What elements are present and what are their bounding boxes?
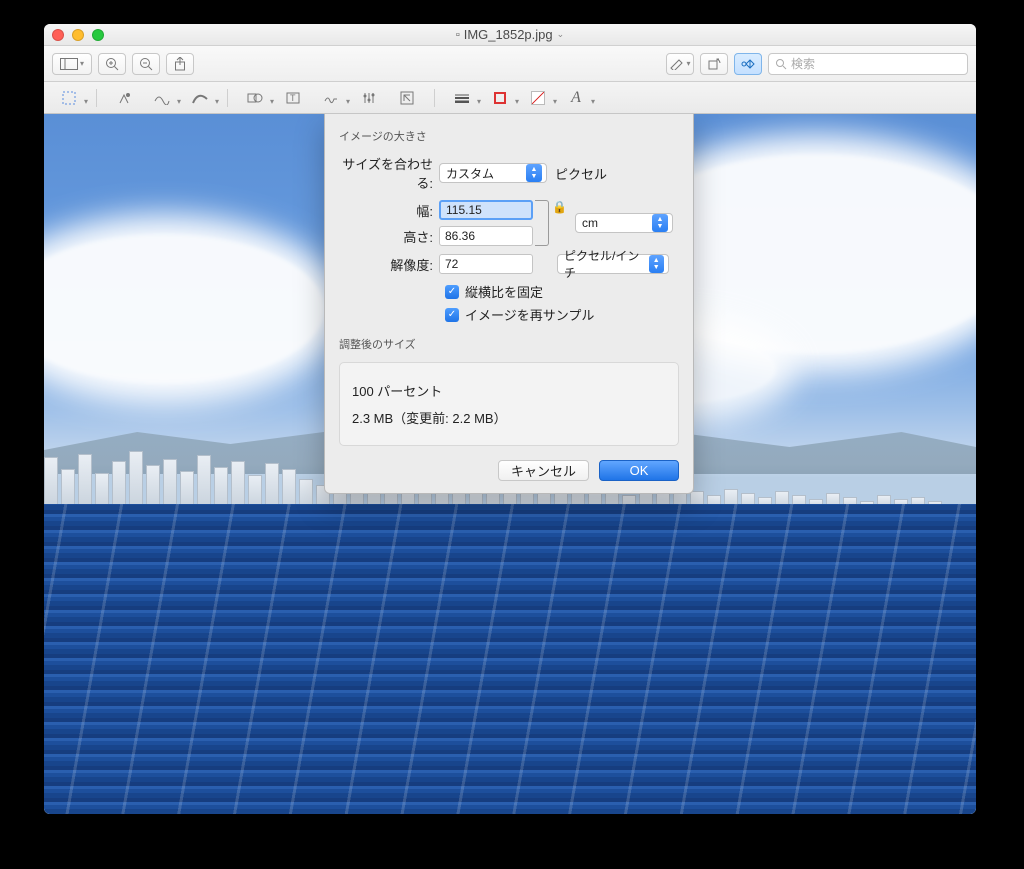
- width-label: 幅:: [339, 201, 439, 220]
- result-percent: 100 パーセント: [352, 381, 666, 400]
- width-input[interactable]: 115.15: [439, 200, 533, 220]
- svg-text:T: T: [290, 93, 296, 103]
- result-size: 2.3 MB（変更前: 2.2 MB）: [352, 408, 666, 427]
- image-canvas[interactable]: イメージの大きさ サイズを合わせる: カスタム ▲▼ ピクセル 幅: 115.1…: [44, 114, 976, 814]
- highlight-button[interactable]: ▾: [666, 53, 694, 75]
- resample-checkbox[interactable]: ✓: [445, 308, 459, 322]
- window-title-text: IMG_1852p.jpg: [464, 27, 553, 42]
- markup-button[interactable]: [734, 53, 762, 75]
- markup-toolbar: ▾ ▾ ▾ ▾ T ▾ ▾ ▾ ▾ A▾: [44, 82, 976, 114]
- height-label: 高さ:: [339, 227, 439, 246]
- text-style-button[interactable]: A▾: [561, 87, 591, 109]
- toolbar-divider: [96, 89, 97, 107]
- main-toolbar: ▾ ▾ 検索: [44, 46, 976, 82]
- title-chevron-icon[interactable]: ⌄: [557, 29, 565, 40]
- dialog-section-title: イメージの大きさ: [339, 128, 679, 144]
- zoom-in-button[interactable]: [98, 53, 126, 75]
- resolution-label: 解像度:: [339, 255, 439, 274]
- toolbar-divider: [227, 89, 228, 107]
- fit-row: サイズを合わせる: カスタム ▲▼ ピクセル: [339, 154, 679, 192]
- sketch-button[interactable]: ▾: [147, 87, 177, 109]
- ocean-decoration: [44, 504, 976, 814]
- preview-window: ▫ IMG_1852p.jpg ⌄ ▾ ▾: [44, 24, 976, 814]
- resolution-unit-select[interactable]: ピクセル/インチ ▲▼: [557, 254, 669, 274]
- fill-color-button[interactable]: ▾: [523, 87, 553, 109]
- border-color-button[interactable]: ▾: [485, 87, 515, 109]
- resample-checkbox-row: ✓ イメージを再サンプル: [445, 305, 679, 324]
- share-button[interactable]: [166, 53, 194, 75]
- titlebar: ▫ IMG_1852p.jpg ⌄: [44, 24, 976, 46]
- resolution-input[interactable]: 72: [439, 254, 533, 274]
- lock-bracket: [535, 200, 549, 246]
- height-input[interactable]: 86.36: [439, 226, 533, 246]
- aspect-ratio-checkbox-row: ✓ 縦横比を固定: [445, 282, 679, 301]
- resolution-row: 解像度: 72 ピクセル/インチ ▲▼: [339, 254, 679, 274]
- select-arrows-icon: ▲▼: [649, 255, 664, 273]
- adjust-size-button[interactable]: [392, 87, 422, 109]
- dialog-button-row: キャンセル OK: [339, 460, 679, 481]
- file-icon: ▫: [456, 29, 460, 41]
- zoom-out-button[interactable]: [132, 53, 160, 75]
- cancel-button[interactable]: キャンセル: [498, 460, 589, 481]
- ok-button[interactable]: OK: [599, 460, 679, 481]
- search-icon: [775, 58, 787, 70]
- selection-tool-button[interactable]: ▾: [54, 87, 84, 109]
- image-size-dialog: イメージの大きさ サイズを合わせる: カスタム ▲▼ ピクセル 幅: 115.1…: [324, 114, 694, 494]
- select-arrows-icon: ▲▼: [526, 164, 542, 182]
- toolbar-divider: [434, 89, 435, 107]
- text-button[interactable]: T: [278, 87, 308, 109]
- fit-select[interactable]: カスタム ▲▼: [439, 163, 547, 183]
- select-arrows-icon: ▲▼: [652, 214, 668, 232]
- search-placeholder: 検索: [791, 55, 815, 72]
- fit-label: サイズを合わせる:: [339, 154, 439, 192]
- line-style-button[interactable]: ▾: [447, 87, 477, 109]
- fit-unit-text: ピクセル: [555, 164, 607, 183]
- draw-button[interactable]: ▾: [185, 87, 215, 109]
- result-box: 100 パーセント 2.3 MB（変更前: 2.2 MB）: [339, 362, 679, 446]
- resample-label: イメージを再サンプル: [465, 305, 594, 324]
- dimension-labels-inputs: 幅: 115.15 高さ: 86.36: [339, 200, 533, 246]
- fit-select-value: カスタム: [446, 165, 494, 182]
- adjust-color-button[interactable]: [354, 87, 384, 109]
- sign-button[interactable]: ▾: [316, 87, 346, 109]
- aspect-ratio-label: 縦横比を固定: [465, 282, 543, 301]
- instant-alpha-button[interactable]: [109, 87, 139, 109]
- rotate-button[interactable]: [700, 53, 728, 75]
- dimensions-row: 幅: 115.15 高さ: 86.36 🔒 cm ▲▼: [339, 200, 679, 246]
- resolution-unit-value: ピクセル/インチ: [564, 247, 649, 281]
- dimension-unit-value: cm: [582, 216, 598, 230]
- lock-icon[interactable]: 🔒: [552, 200, 567, 214]
- shapes-button[interactable]: ▾: [240, 87, 270, 109]
- aspect-ratio-checkbox[interactable]: ✓: [445, 285, 459, 299]
- window-title: ▫ IMG_1852p.jpg ⌄: [44, 27, 976, 42]
- dimension-unit-select[interactable]: cm ▲▼: [575, 213, 673, 233]
- result-title: 調整後のサイズ: [339, 336, 679, 352]
- search-field[interactable]: 検索: [768, 53, 968, 75]
- sidebar-toggle-button[interactable]: ▾: [52, 53, 92, 75]
